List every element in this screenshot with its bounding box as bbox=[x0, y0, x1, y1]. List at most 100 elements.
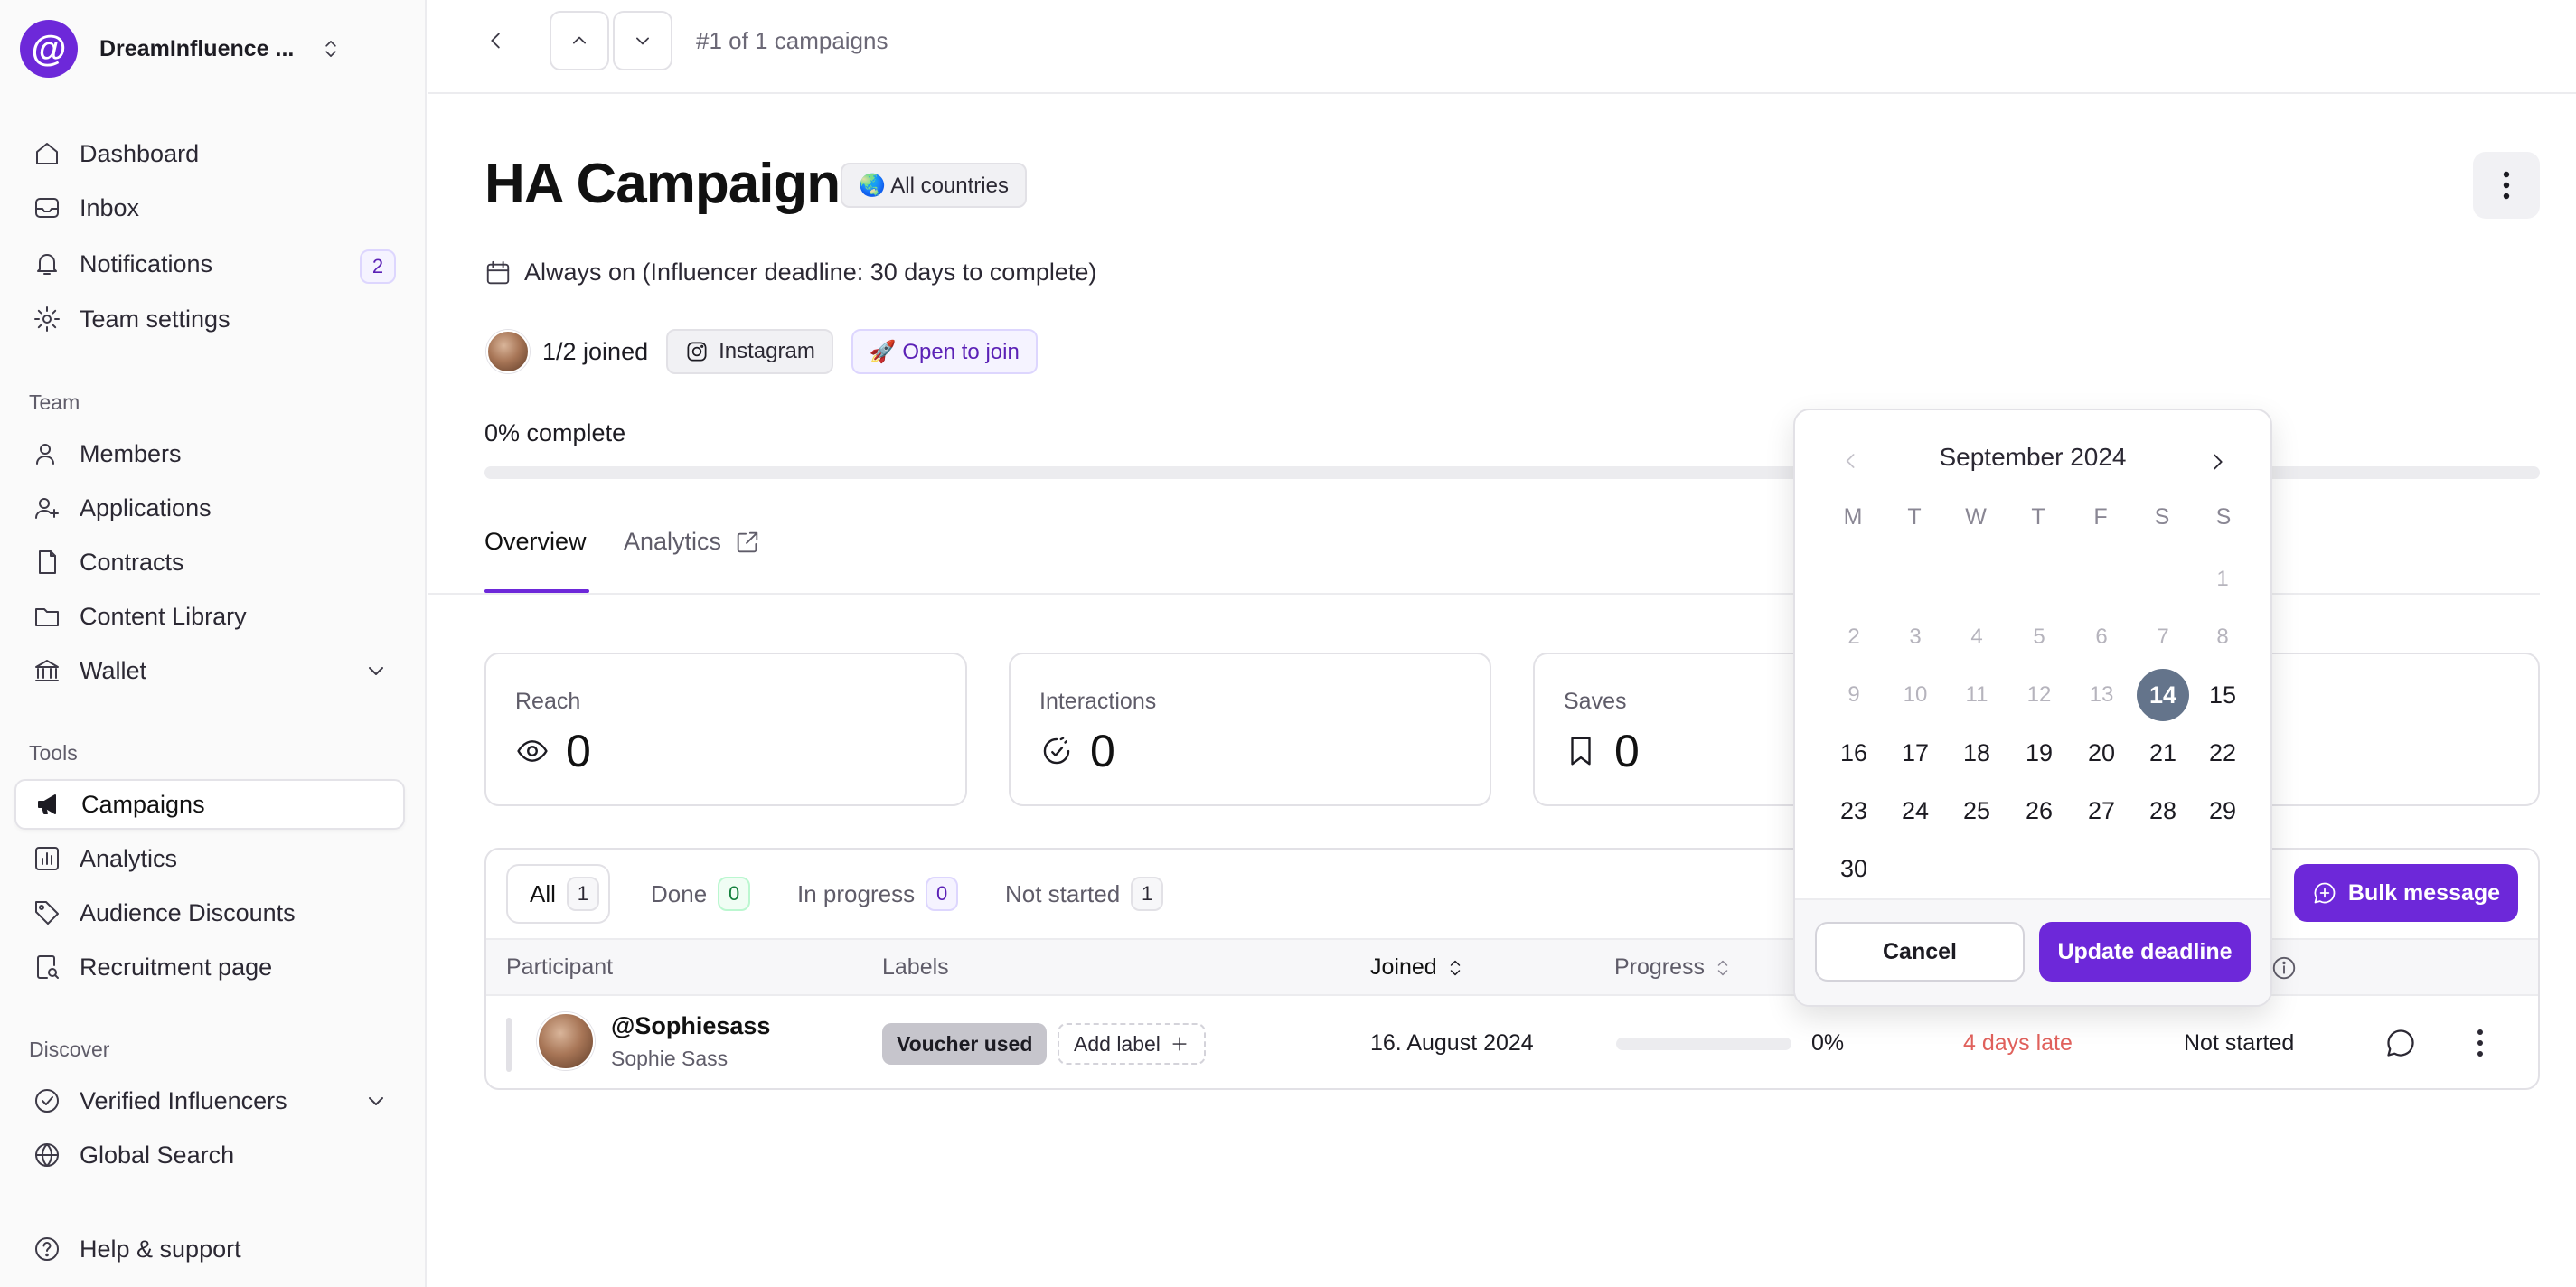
previous-campaign-button[interactable] bbox=[550, 11, 609, 70]
column-header-participant: Participant bbox=[506, 954, 614, 980]
tab-label: Analytics bbox=[624, 528, 722, 555]
calendar-day: 10 bbox=[1903, 682, 1928, 707]
gear-icon bbox=[34, 306, 60, 332]
sidebar-item-help[interactable]: Help & support bbox=[14, 1224, 405, 1274]
sidebar-item-recruitment-page[interactable]: Recruitment page bbox=[14, 942, 405, 992]
sidebar-item-verified-influencers[interactable]: Verified Influencers bbox=[14, 1076, 405, 1126]
chat-plus-icon bbox=[2314, 882, 2336, 904]
globe-icon bbox=[35, 1143, 59, 1167]
calendar-day[interactable]: 25 bbox=[1951, 784, 2003, 837]
calendar-day: 9 bbox=[1847, 682, 1860, 707]
chevron-down-icon[interactable] bbox=[362, 656, 390, 685]
participant-progress-text: 0% bbox=[1811, 1030, 1845, 1056]
org-switcher[interactable]: @ DreamInfluence ... bbox=[20, 20, 343, 78]
folder-icon bbox=[35, 608, 59, 626]
calendar-day[interactable]: 23 bbox=[1828, 784, 1880, 837]
filter-in-progress[interactable]: In progress 0 bbox=[776, 864, 967, 924]
chevron-left-icon bbox=[491, 33, 500, 49]
deadline-status[interactable]: 4 days late bbox=[1963, 1030, 2073, 1057]
calendar-day[interactable]: 17 bbox=[1889, 727, 1941, 779]
bell-icon bbox=[37, 254, 57, 275]
sidebar-item-label: Dashboard bbox=[80, 139, 200, 167]
chevron-down-icon[interactable] bbox=[362, 1086, 390, 1115]
sidebar-item-analytics[interactable]: Analytics bbox=[14, 833, 405, 884]
calendar-day: 1 bbox=[2216, 567, 2229, 591]
label-chip[interactable]: Voucher used bbox=[882, 1023, 1048, 1065]
cancel-button[interactable]: Cancel bbox=[1815, 922, 2025, 982]
tab-overview[interactable]: Overview bbox=[484, 528, 587, 556]
sidebar-item-label: Notifications bbox=[80, 249, 213, 277]
tab-label: Overview bbox=[484, 528, 587, 555]
sidebar: @ DreamInfluence ... Dashboard Inbox Not… bbox=[0, 0, 427, 1287]
filter-done[interactable]: Done 0 bbox=[629, 864, 759, 924]
info-icon bbox=[2272, 956, 2296, 980]
sidebar-item-content-library[interactable]: Content Library bbox=[14, 591, 405, 642]
calendar-day[interactable]: 26 bbox=[2013, 784, 2065, 837]
date-picker-footer: Cancel Update deadline bbox=[1795, 898, 2270, 1005]
calendar-day[interactable]: 15 bbox=[2196, 669, 2249, 721]
calendar-day: 5 bbox=[2033, 625, 2045, 649]
org-name: DreamInfluence ... bbox=[99, 35, 295, 61]
filter-count: 1 bbox=[566, 877, 599, 911]
calendar-day[interactable]: 30 bbox=[1828, 842, 1880, 895]
sidebar-item-campaigns[interactable]: Campaigns bbox=[14, 779, 405, 830]
sidebar-item-dashboard[interactable]: Dashboard bbox=[14, 128, 405, 179]
sidebar-item-applications[interactable]: Applications bbox=[14, 483, 405, 533]
column-info[interactable] bbox=[2270, 954, 2298, 982]
column-header-progress[interactable]: Progress bbox=[1614, 954, 1734, 981]
calendar-day: 2 bbox=[1847, 625, 1860, 649]
calendar-day[interactable]: 18 bbox=[1951, 727, 2003, 779]
sidebar-item-audience-discounts[interactable]: Audience Discounts bbox=[14, 888, 405, 938]
next-month-button[interactable] bbox=[2204, 448, 2231, 475]
calendar-day[interactable]: 19 bbox=[2013, 727, 2065, 779]
calendar-day: 3 bbox=[1909, 625, 1922, 649]
verified-icon bbox=[35, 1089, 59, 1113]
sidebar-item-members[interactable]: Members bbox=[14, 428, 405, 479]
update-deadline-button[interactable]: Update deadline bbox=[2039, 922, 2251, 982]
participant-handle[interactable]: @Sophiesass bbox=[611, 1012, 770, 1040]
weekday-label: M bbox=[1843, 504, 1863, 530]
sidebar-item-notifications[interactable]: Notifications 2 bbox=[14, 239, 405, 289]
calendar-day[interactable]: 22 bbox=[2196, 727, 2249, 779]
calendar-day[interactable]: 28 bbox=[2137, 784, 2189, 837]
calendar-day[interactable]: 16 bbox=[1828, 727, 1880, 779]
sidebar-item-contracts[interactable]: Contracts bbox=[14, 537, 405, 587]
calendar-day[interactable]: 20 bbox=[2075, 727, 2128, 779]
filter-label: Not started bbox=[1005, 879, 1121, 907]
sidebar-item-global-search[interactable]: Global Search bbox=[14, 1130, 405, 1180]
sidebar-item-team-settings[interactable]: Team settings bbox=[14, 294, 405, 344]
column-header-joined[interactable]: Joined bbox=[1370, 954, 1466, 981]
sidebar-item-label: Global Search bbox=[80, 1141, 235, 1169]
help-icon bbox=[35, 1237, 59, 1261]
column-header-labels: Labels bbox=[882, 954, 949, 980]
next-campaign-button[interactable] bbox=[613, 11, 672, 70]
deadline-info: Always on (Influencer deadline: 30 days … bbox=[484, 258, 1096, 287]
row-options-button[interactable] bbox=[2475, 1027, 2486, 1059]
more-options-button[interactable] bbox=[2473, 152, 2540, 219]
chart-icon bbox=[35, 847, 59, 870]
filter-count: 1 bbox=[1131, 877, 1164, 911]
back-button[interactable] bbox=[483, 27, 510, 54]
calendar-day-selected[interactable]: 14 bbox=[2137, 669, 2189, 721]
sidebar-item-wallet[interactable]: Wallet bbox=[14, 645, 405, 696]
add-label-button[interactable]: Add label bbox=[1058, 1023, 1206, 1065]
sidebar-item-label: Contracts bbox=[80, 548, 184, 576]
bank-icon bbox=[35, 660, 59, 681]
calendar-day[interactable]: 29 bbox=[2196, 784, 2249, 837]
calendar-day[interactable]: 24 bbox=[1889, 784, 1941, 837]
filter-not-started[interactable]: Not started 1 bbox=[983, 864, 1172, 924]
sidebar-item-inbox[interactable]: Inbox bbox=[14, 183, 405, 233]
calendar-day[interactable]: 27 bbox=[2075, 784, 2128, 837]
tab-analytics[interactable]: Analytics bbox=[624, 528, 761, 556]
bulk-message-button[interactable]: Bulk message bbox=[2294, 864, 2518, 922]
filter-all[interactable]: All 1 bbox=[506, 864, 610, 924]
user-plus-icon bbox=[35, 498, 59, 519]
calendar-day[interactable]: 21 bbox=[2137, 727, 2189, 779]
message-button[interactable] bbox=[2384, 1027, 2417, 1059]
calendar-day: 7 bbox=[2157, 625, 2169, 649]
column-header-label: Joined bbox=[1370, 954, 1437, 980]
sidebar-item-label: Applications bbox=[80, 493, 212, 521]
deadline-date-picker: September 2024 M T W T F S S 1 2 3 4 5 6… bbox=[1793, 409, 2272, 1007]
sidebar-item-label: Inbox bbox=[80, 193, 140, 221]
progress-label: 0% complete bbox=[484, 419, 626, 446]
